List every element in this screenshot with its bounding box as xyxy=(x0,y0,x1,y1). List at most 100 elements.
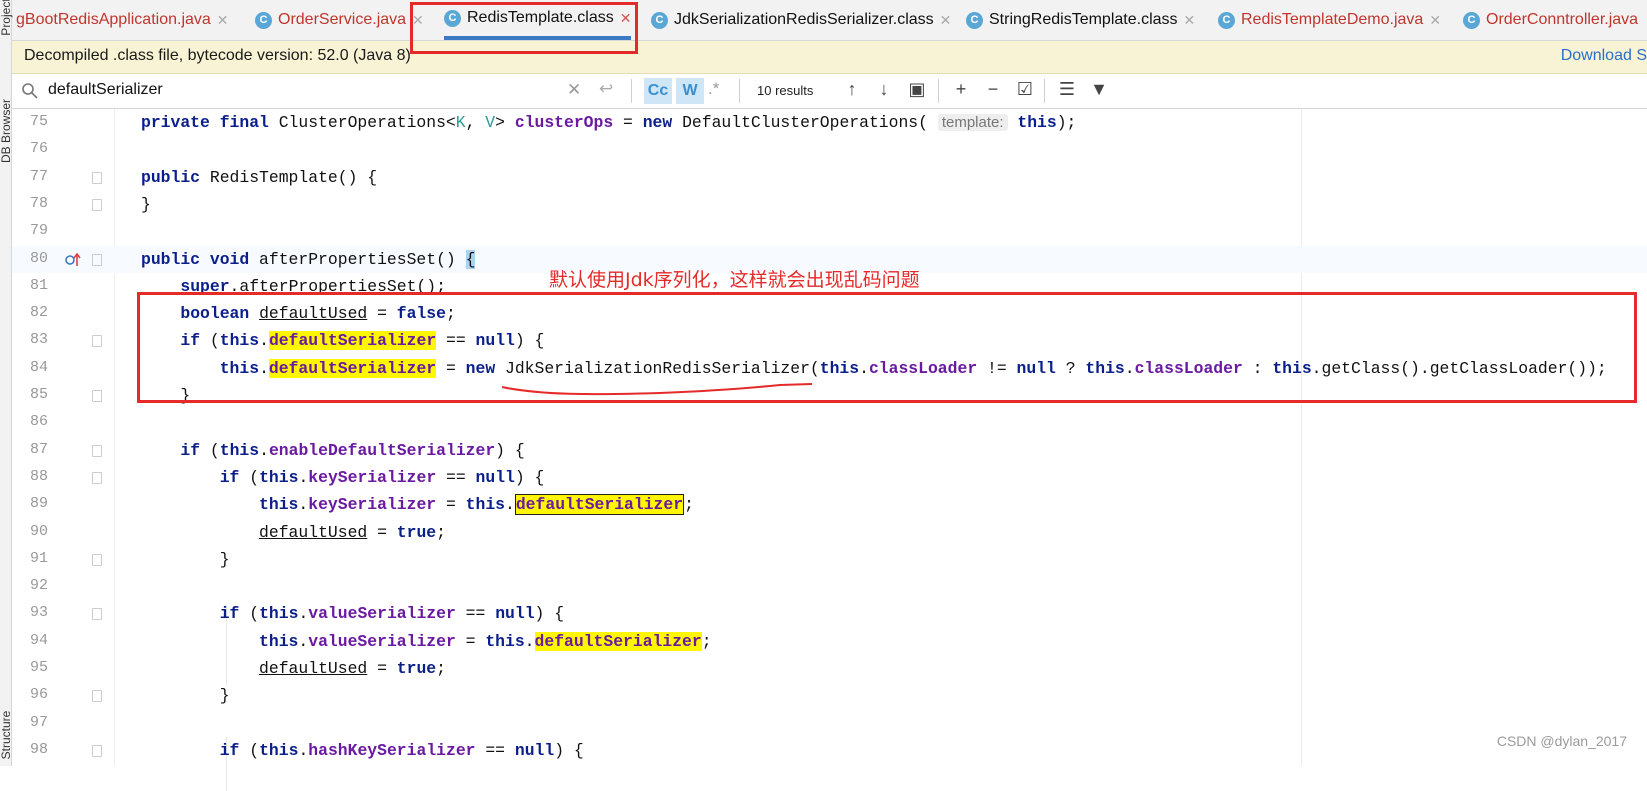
close-icon[interactable]: ✕ xyxy=(412,12,424,29)
close-icon[interactable]: ✕ xyxy=(217,12,229,29)
fold-icon[interactable] xyxy=(92,553,102,566)
fold-icon[interactable] xyxy=(92,390,102,402)
download-sources-link[interactable]: Download S xyxy=(1561,47,1647,65)
code-text: this.keySerializer = this.defaultSeriali… xyxy=(259,494,694,516)
code-line: 88 if (this.keySerializer == null) { xyxy=(11,464,1647,491)
code-text: if (this.hashKeySerializer == null) { xyxy=(219,740,584,760)
tab-order-service[interactable]: C OrderService.java ✕ xyxy=(255,0,424,40)
code-text: super.afterPropertiesSet(); xyxy=(180,276,446,296)
line-number: 81 xyxy=(29,276,48,294)
underline-stroke xyxy=(501,383,813,396)
code-editor[interactable]: 75 private final ClusterOperations<K, V>… xyxy=(11,109,1647,791)
code-line: 86 xyxy=(11,409,1647,436)
code-text: } xyxy=(141,194,151,214)
code-line: 78 } xyxy=(11,191,1647,218)
line-number: 84 xyxy=(29,358,48,376)
parameter-hint: template: xyxy=(937,114,1008,131)
code-text: defaultUsed = true; xyxy=(259,522,446,542)
tab-label: RedisTemplate.class xyxy=(467,9,614,26)
line-number: 83 xyxy=(29,331,48,349)
add-occurrence-icon[interactable]: + xyxy=(950,79,972,100)
line-number: 75 xyxy=(29,113,48,130)
line-number: 79 xyxy=(29,222,48,240)
close-icon[interactable]: ✕ xyxy=(620,10,632,27)
new-line-icon[interactable]: ↩ xyxy=(599,79,613,99)
tab-string-redis-template[interactable]: C StringRedisTemplate.class ✕ xyxy=(966,0,1195,40)
search-input[interactable]: defaultSerializer xyxy=(48,81,163,99)
compiled-class-icon: C xyxy=(966,11,983,29)
code-line: 94 this.valueSerializer = this.defaultSe… xyxy=(11,628,1647,655)
fold-icon[interactable] xyxy=(92,744,102,757)
tab-springboot-application[interactable]: gBootRedisApplication.java ✕ xyxy=(16,0,229,40)
fold-icon[interactable] xyxy=(92,171,102,184)
search-icon[interactable] xyxy=(21,82,39,100)
line-number: 87 xyxy=(29,440,48,458)
next-occurrence-icon[interactable]: ↓ xyxy=(873,79,895,100)
regex-toggle[interactable]: .* xyxy=(708,79,719,99)
line-number: 95 xyxy=(29,659,48,676)
whole-words-toggle[interactable]: W xyxy=(676,78,704,104)
code-line: 77 public RedisTemplate() { xyxy=(11,164,1647,191)
tab-label: OrderService.java xyxy=(278,11,407,28)
code-text: } xyxy=(141,686,230,706)
show-filter-popup-icon[interactable]: ☰ xyxy=(1056,79,1078,100)
fold-icon[interactable] xyxy=(92,471,102,484)
code-text: if (this.keySerializer == null) { xyxy=(219,467,545,487)
line-number: 90 xyxy=(29,522,48,540)
tab-label: OrderConntroller.java xyxy=(1486,11,1639,28)
remove-occurrence-icon[interactable]: − xyxy=(982,79,1004,100)
filter-window-icon[interactable]: ▣ xyxy=(906,79,928,100)
fold-icon[interactable] xyxy=(92,444,102,457)
fold-icon[interactable] xyxy=(92,690,102,703)
structure-tool-tab[interactable]: Structure xyxy=(0,707,13,763)
fold-icon[interactable] xyxy=(92,335,102,348)
tab-label: JdkSerializationRedisSerializer.class xyxy=(674,11,934,28)
java-class-icon: C xyxy=(1463,11,1480,29)
code-line: 82 boolean defaultUsed = false; xyxy=(11,300,1647,327)
clear-search-icon[interactable]: ✕ xyxy=(567,80,581,100)
select-all-occurrences-icon[interactable]: ☑ xyxy=(1014,79,1036,100)
code-text: this.defaultSerializer = new JdkSerializ… xyxy=(219,358,1607,378)
code-line: 89 this.keySerializer = this.defaultSeri… xyxy=(11,491,1647,518)
close-icon[interactable]: ✕ xyxy=(1429,12,1441,29)
java-class-icon: C xyxy=(1218,11,1235,29)
code-text: } xyxy=(141,386,191,405)
close-icon[interactable]: ✕ xyxy=(1184,12,1196,29)
separator xyxy=(739,79,740,103)
code-text: defaultUsed = true; xyxy=(259,659,446,678)
close-icon[interactable]: ✕ xyxy=(940,12,952,29)
tab-order-controller[interactable]: C OrderConntroller.java xyxy=(1463,0,1638,40)
code-text: this.valueSerializer = this.defaultSeria… xyxy=(259,631,712,651)
project-tool-tab[interactable]: Project xyxy=(0,0,13,45)
find-bar: defaultSerializer ✕ ↩ Cc W .* 10 results… xyxy=(11,74,1647,109)
fold-icon[interactable] xyxy=(92,608,102,621)
line-number: 94 xyxy=(29,631,48,649)
line-number: 80 xyxy=(29,249,48,267)
results-count: 10 results xyxy=(757,83,814,98)
db-browser-tool-tab[interactable]: DB Browser xyxy=(0,99,13,163)
tab-label: StringRedisTemplate.class xyxy=(989,11,1178,28)
fold-icon[interactable] xyxy=(92,253,102,266)
tab-jdk-serializer[interactable]: C JdkSerializationRedisSerializer.class … xyxy=(651,0,951,40)
tab-redis-template-demo[interactable]: C RedisTemplateDemo.java ✕ xyxy=(1218,0,1441,40)
match-case-toggle[interactable]: Cc xyxy=(644,78,672,104)
annotation-text: 默认使用Jdk序列化，这样就会出现乱码问题 xyxy=(549,269,920,291)
previous-occurrence-icon[interactable]: ↑ xyxy=(841,79,863,100)
tab-redis-template[interactable]: C RedisTemplate.class ✕ xyxy=(444,0,632,40)
separator xyxy=(938,79,939,103)
line-number: 78 xyxy=(29,194,48,212)
code-line: 83 if (this.defaultSerializer == null) { xyxy=(11,327,1647,354)
code-line: 84 this.defaultSerializer = new JdkSeria… xyxy=(11,355,1647,382)
line-number: 92 xyxy=(29,577,48,595)
override-method-icon[interactable] xyxy=(65,252,81,267)
separator xyxy=(631,79,632,103)
filter-icon[interactable]: ▼ xyxy=(1088,79,1110,100)
code-line: 91 } xyxy=(11,546,1647,573)
fold-icon[interactable] xyxy=(92,198,102,211)
code-line: 92 xyxy=(11,573,1647,600)
code-text: public RedisTemplate() { xyxy=(141,167,378,187)
line-number: 85 xyxy=(29,386,48,403)
compiled-class-icon: C xyxy=(651,11,668,29)
watermark: CSDN @dylan_2017 xyxy=(1496,733,1627,749)
tab-label: gBootRedisApplication.java xyxy=(16,11,211,28)
